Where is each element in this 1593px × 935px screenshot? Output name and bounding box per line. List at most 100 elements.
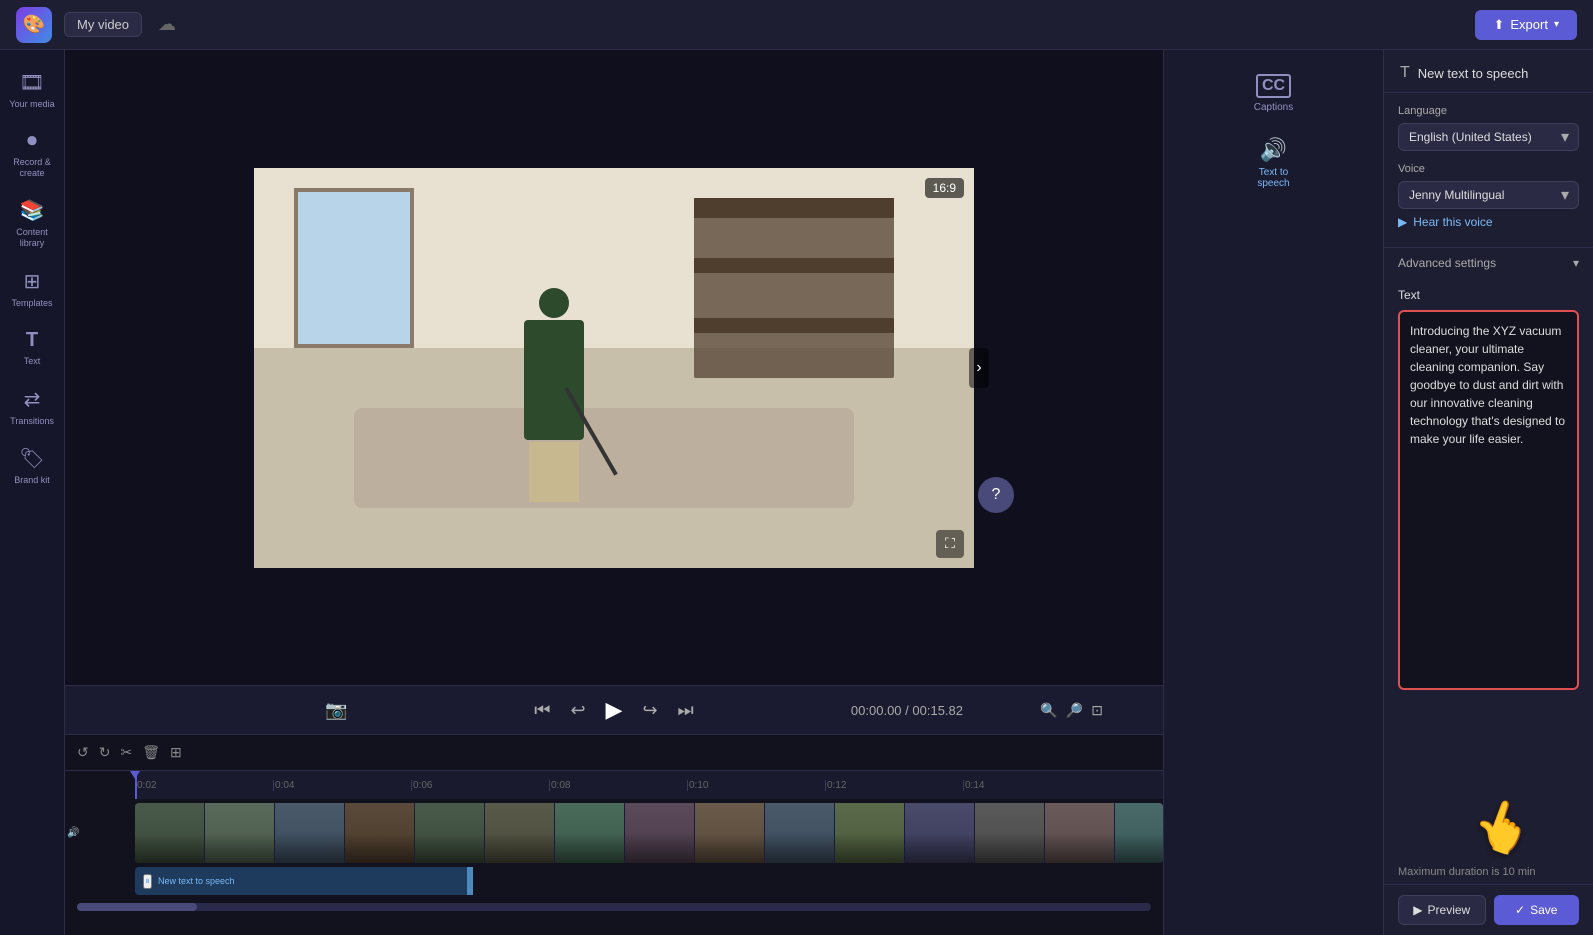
record-icon: ⏺ (27, 130, 37, 153)
tts-panel: T New text to speech Language English (U… (1383, 50, 1593, 935)
cloud-save-icon[interactable]: ☁ (158, 14, 176, 35)
camera-mode-button[interactable]: 📷 (325, 700, 347, 721)
person-legs (529, 442, 579, 502)
play-pause-button[interactable]: ▶ (606, 697, 623, 723)
save-check-icon: ✓ (1515, 903, 1525, 917)
person-body (524, 320, 584, 440)
export-dropdown-arrow: ▾ (1554, 19, 1559, 30)
panel-item-captions[interactable]: CC Captions (1246, 66, 1301, 121)
timeline-toolbar: ↺ ↻ ✂ 🗑 ⊞ (65, 735, 1163, 771)
scrollbar-thumb[interactable] (77, 903, 197, 911)
tts-text-input[interactable] (1398, 310, 1579, 690)
thumb-15 (1115, 803, 1163, 863)
fit-to-screen-button[interactable]: ⊡ (1091, 702, 1103, 719)
logo-icon: 🎨 (23, 14, 45, 35)
shelf-top (694, 198, 894, 218)
shelf-bot (694, 318, 894, 333)
thumb-4 (345, 803, 415, 863)
advanced-settings-chevron: ▾ (1573, 256, 1579, 270)
save-button[interactable]: ✓ Save (1494, 895, 1580, 925)
thumb-3 (275, 803, 345, 863)
timeline-area: ↺ ↻ ✂ 🗑 ⊞ 0:02 0:04 0:06 0:08 0:10 0:12 (65, 735, 1163, 935)
language-select[interactable]: English (United States) English (UK) Spa… (1398, 123, 1579, 151)
time-display: 00:00.00 / 00:15.82 (851, 703, 963, 718)
thumb-9 (695, 803, 765, 863)
tts-panel-header: T New text to speech (1384, 50, 1593, 93)
captions-icon: CC (1256, 74, 1291, 98)
thumb-7 (555, 803, 625, 863)
sidebar-label-brand-kit: Brand kit (14, 475, 50, 486)
brand-kit-icon: 🏷 (19, 446, 44, 471)
voice-select[interactable]: Jenny Multilingual Davis Sara Tony (1398, 181, 1579, 209)
thumb-2 (205, 803, 275, 863)
undo-button[interactable]: ↺ (77, 744, 89, 761)
language-label: Language (1398, 105, 1579, 117)
export-button[interactable]: ⬆ Export ▾ (1475, 10, 1577, 40)
timeline-scrollbar[interactable] (77, 903, 1151, 911)
project-name-input[interactable]: My video (64, 12, 142, 37)
ruler-mark-6: 0:14 (963, 780, 1101, 791)
sidebar-item-brand-kit[interactable]: 🏷 Brand kit (3, 438, 61, 494)
forward-5s-button[interactable]: ↪ (642, 700, 657, 721)
ruler-marks-container: 0:02 0:04 0:06 0:08 0:10 0:12 0:14 (135, 771, 1101, 799)
thumb-13 (975, 803, 1045, 863)
content-library-icon: 📚 (20, 198, 45, 223)
language-select-wrapper: English (United States) English (UK) Spa… (1398, 123, 1579, 151)
sidebar-item-your-media[interactable]: 🎞 Your media (3, 62, 61, 118)
playhead-triangle (130, 771, 140, 779)
ruler-mark-4: 0:10 (687, 780, 825, 791)
sidebar-label-transitions: Transitions (10, 416, 54, 427)
thumb-10 (765, 803, 835, 863)
thumb-11 (835, 803, 905, 863)
ruler-mark-5: 0:12 (825, 780, 963, 791)
skip-to-start-button[interactable]: ⏮ (534, 700, 550, 721)
aspect-ratio-badge: 16:9 (925, 178, 964, 198)
tts-footer: ▶ Preview ✓ Save (1384, 884, 1593, 935)
zoom-controls: 🔍 🔎 ⊡ (1040, 702, 1103, 719)
fullscreen-button[interactable]: ⛶ (936, 530, 964, 558)
voice-select-wrapper: Jenny Multilingual Davis Sara Tony (1398, 181, 1579, 209)
tts-track-pause-button[interactable]: ⏸ (143, 874, 152, 889)
sidebar-item-record-create[interactable]: ⏺ Record &create (3, 122, 61, 187)
play-icon: ▶ (1398, 215, 1407, 229)
zoom-out-button[interactable]: 🔍 (1040, 702, 1057, 719)
export-icon: ⬆ (1493, 17, 1504, 33)
skip-to-end-button[interactable]: ⏭ (678, 700, 694, 721)
preview-button[interactable]: ▶ Preview (1398, 895, 1486, 925)
redo-button[interactable]: ↻ (99, 744, 111, 761)
zoom-in-button[interactable]: 🔎 (1066, 702, 1083, 719)
sidebar-item-content-library[interactable]: 📚 Content library (3, 190, 61, 257)
tts-audio-track[interactable]: ⏸ New text to speech (135, 867, 473, 895)
person-head (539, 288, 569, 318)
track-end-resize-handle[interactable] (467, 867, 473, 895)
timeline-tracks: 🔊 (65, 799, 1163, 899)
sidebar-item-text[interactable]: T Text (3, 321, 61, 375)
hear-voice-button[interactable]: ▶ Hear this voice (1398, 209, 1493, 235)
text-to-speech-icon: 🔊 (1260, 137, 1287, 163)
bookshelf (694, 198, 894, 378)
ruler-mark-0: 0:02 (135, 780, 273, 791)
thumb-1 (135, 803, 205, 863)
timeline-playhead[interactable] (135, 771, 137, 799)
help-button[interactable]: ? (978, 477, 1014, 513)
sidebar-label-content-library: Content library (7, 227, 57, 249)
cut-button[interactable]: ✂ (120, 744, 132, 761)
sidebar-item-transitions[interactable]: ⇄ Transitions (3, 379, 61, 435)
sidebar-label-templates: Templates (11, 298, 52, 309)
rewind-5s-button[interactable]: ↩ (570, 700, 585, 721)
panel-item-text-to-speech[interactable]: 🔊 Text tospeech (1249, 129, 1297, 197)
sidebar-label-record-create: Record &create (13, 157, 51, 179)
right-icon-panel: CC Captions 🔊 Text tospeech (1163, 50, 1383, 935)
advanced-settings-label: Advanced settings (1398, 256, 1496, 270)
voice-section: Voice Jenny Multilingual Davis Sara Tony… (1384, 163, 1593, 247)
duplicate-button[interactable]: ⊞ (170, 744, 182, 761)
person-figure (514, 288, 594, 488)
timeline-next-arrow[interactable]: › (969, 348, 989, 388)
advanced-settings-row[interactable]: Advanced settings ▾ (1384, 247, 1593, 278)
video-track[interactable] (135, 803, 1163, 863)
top-bar: 🎨 My video ☁ ⬆ Export ▾ (0, 0, 1593, 50)
delete-button[interactable]: 🗑 (142, 744, 160, 761)
thumb-14 (1045, 803, 1115, 863)
thumbnail-strip (135, 803, 1163, 863)
sidebar-item-templates[interactable]: ⊞ Templates (3, 261, 61, 317)
